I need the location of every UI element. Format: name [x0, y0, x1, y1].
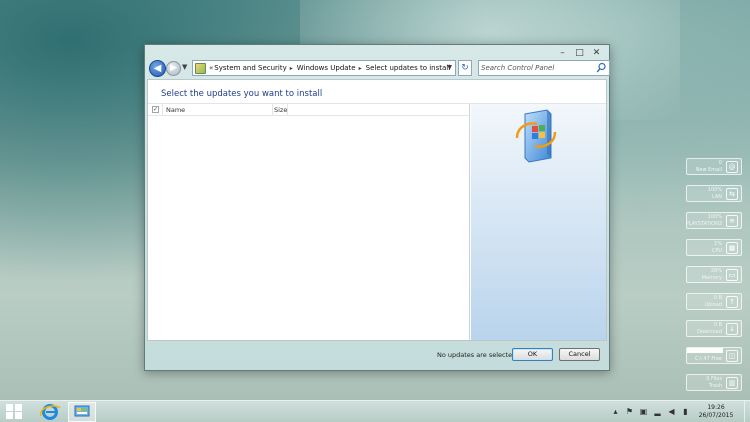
select-all-header: ✓ [148, 104, 163, 116]
back-button[interactable]: ◀ [149, 60, 166, 77]
signal-icon[interactable]: ▂ [653, 407, 662, 416]
refresh-icon[interactable]: ↻ [458, 60, 472, 76]
search-icon[interactable] [596, 62, 606, 74]
mail-icon: @ [726, 161, 738, 173]
gadget-label: Upload [704, 302, 722, 308]
breadcrumb-windows-update[interactable]: Windows Update [297, 64, 356, 72]
clock[interactable]: 19:26 26/07/2015 [696, 404, 736, 420]
taskbar-control-panel[interactable] [68, 402, 96, 422]
ok-button[interactable]: OK [512, 348, 553, 361]
clock-time: 19:26 [707, 404, 725, 411]
updates-list[interactable]: ✓ Name Size [148, 104, 470, 340]
volume-icon[interactable]: ◀ [667, 407, 676, 416]
windows-update-window: – □ ✕ ◀ ▶ ▼ « System and Security ▸ Wind… [144, 44, 610, 371]
trash-icon: ▥ [726, 377, 738, 389]
gadget-cpu[interactable]: 1% CPU ▦ [686, 239, 742, 256]
address-overflow-chevron[interactable]: « [209, 64, 213, 72]
battery-icon[interactable]: ▮ [681, 407, 690, 416]
address-dropdown-icon[interactable]: ▼ [447, 64, 452, 71]
desktop-gadgets: 0 New Email @ 100% LAN ⇆ 100% PLAYSTATIO… [686, 158, 742, 401]
gadget-label: LAN [711, 194, 722, 200]
column-header-name[interactable]: Name [163, 104, 273, 115]
gadget-value: 0 [718, 160, 722, 166]
column-header-size[interactable]: Size [273, 104, 288, 115]
gadget-label: CPU [711, 248, 722, 254]
cancel-button[interactable]: Cancel [559, 348, 600, 361]
wifi-icon: ≋ [726, 215, 738, 227]
internet-explorer-icon [39, 404, 61, 420]
cpu-icon: ▦ [726, 242, 738, 254]
select-all-checkbox[interactable]: ✓ [152, 106, 159, 113]
upload-icon: ↑ [726, 296, 738, 308]
search-box [478, 60, 610, 76]
breadcrumb-system-and-security[interactable]: System and Security [214, 64, 286, 72]
network-icon[interactable]: ▣ [639, 407, 648, 416]
start-button[interactable] [6, 404, 23, 420]
selection-status: No updates are selected. [437, 351, 519, 359]
disk-usage-bar [687, 348, 723, 353]
control-panel-icon [74, 405, 90, 417]
gadget-label: Trash [708, 383, 722, 389]
gadget-label: Memory [701, 275, 722, 281]
recent-pages-dropdown[interactable]: ▼ [182, 63, 187, 71]
memory-icon: ▭ [726, 269, 738, 281]
gadget-value: 1% [714, 241, 722, 247]
breadcrumb-separator-icon[interactable]: ▸ [359, 65, 362, 72]
close-button[interactable]: ✕ [588, 47, 605, 59]
title-bar: Select the updates you want to install [148, 80, 606, 104]
minimize-button[interactable]: – [554, 47, 571, 59]
gadget-wifi[interactable]: 100% PLAYSTATION3 ≋ [686, 212, 742, 229]
gadget-value: 28% [710, 268, 722, 274]
gadget-label: PLAYSTATION3 [685, 221, 722, 227]
page-title: Select the updates you want to install [161, 89, 323, 99]
gadget-download[interactable]: 0 B Download ↓ [686, 320, 742, 337]
gadget-value: 100% [707, 187, 722, 193]
download-icon: ↓ [726, 323, 738, 335]
list-header: ✓ Name Size [148, 104, 470, 116]
maximize-button[interactable]: □ [571, 47, 588, 59]
gadget-label: C:\ 47 Free [694, 356, 722, 362]
control-panel-icon [195, 62, 206, 74]
gadget-value: 0 Files [706, 376, 722, 382]
gadget-label: New Email [695, 167, 722, 173]
caption-buttons: – □ ✕ [554, 47, 605, 59]
gadget-email[interactable]: 0 New Email @ [686, 158, 742, 175]
breadcrumb-select-updates[interactable]: Select updates to install [366, 64, 451, 72]
taskbar-internet-explorer[interactable] [36, 402, 64, 422]
windows-update-icon [515, 109, 557, 163]
navigation-toolbar: ◀ ▶ ▼ « System and Security ▸ Windows Up… [149, 59, 610, 79]
network-icon: ⇆ [726, 188, 738, 200]
search-input[interactable] [481, 62, 593, 74]
gadget-trash[interactable]: 0 Files Trash ▥ [686, 374, 742, 391]
taskbar: ▴ ⚑ ▣ ▂ ◀ ▮ 19:26 26/07/2015 [0, 400, 750, 422]
tray-icons: ▴ ⚑ ▣ ▂ ◀ ▮ [611, 407, 690, 416]
gadget-value: 0 B [713, 322, 722, 328]
chevron-up-icon[interactable]: ▴ [611, 407, 620, 416]
forward-button[interactable]: ▶ [166, 61, 181, 76]
content-area: Select the updates you want to install ✓… [147, 79, 607, 341]
disk-icon: ◫ [726, 350, 738, 362]
gadget-memory[interactable]: 28% Memory ▭ [686, 266, 742, 283]
gadget-upload[interactable]: 0 B Upload ↑ [686, 293, 742, 310]
flag-icon[interactable]: ⚑ [625, 407, 634, 416]
address-bar[interactable]: « System and Security ▸ Windows Update ▸… [192, 60, 456, 76]
clock-date: 26/07/2015 [698, 412, 734, 419]
gadget-disk[interactable]: C:\ 47 Free ◫ [686, 347, 742, 364]
gadget-value: 100% [707, 214, 722, 220]
details-pane [471, 104, 606, 340]
show-desktop-button[interactable] [744, 401, 750, 422]
dialog-footer: No updates are selected. OK Cancel [147, 343, 607, 368]
breadcrumb-separator-icon[interactable]: ▸ [290, 65, 293, 72]
gadget-label: Download [697, 329, 722, 335]
gadget-lan[interactable]: 100% LAN ⇆ [686, 185, 742, 202]
gadget-value: 0 B [713, 295, 722, 301]
